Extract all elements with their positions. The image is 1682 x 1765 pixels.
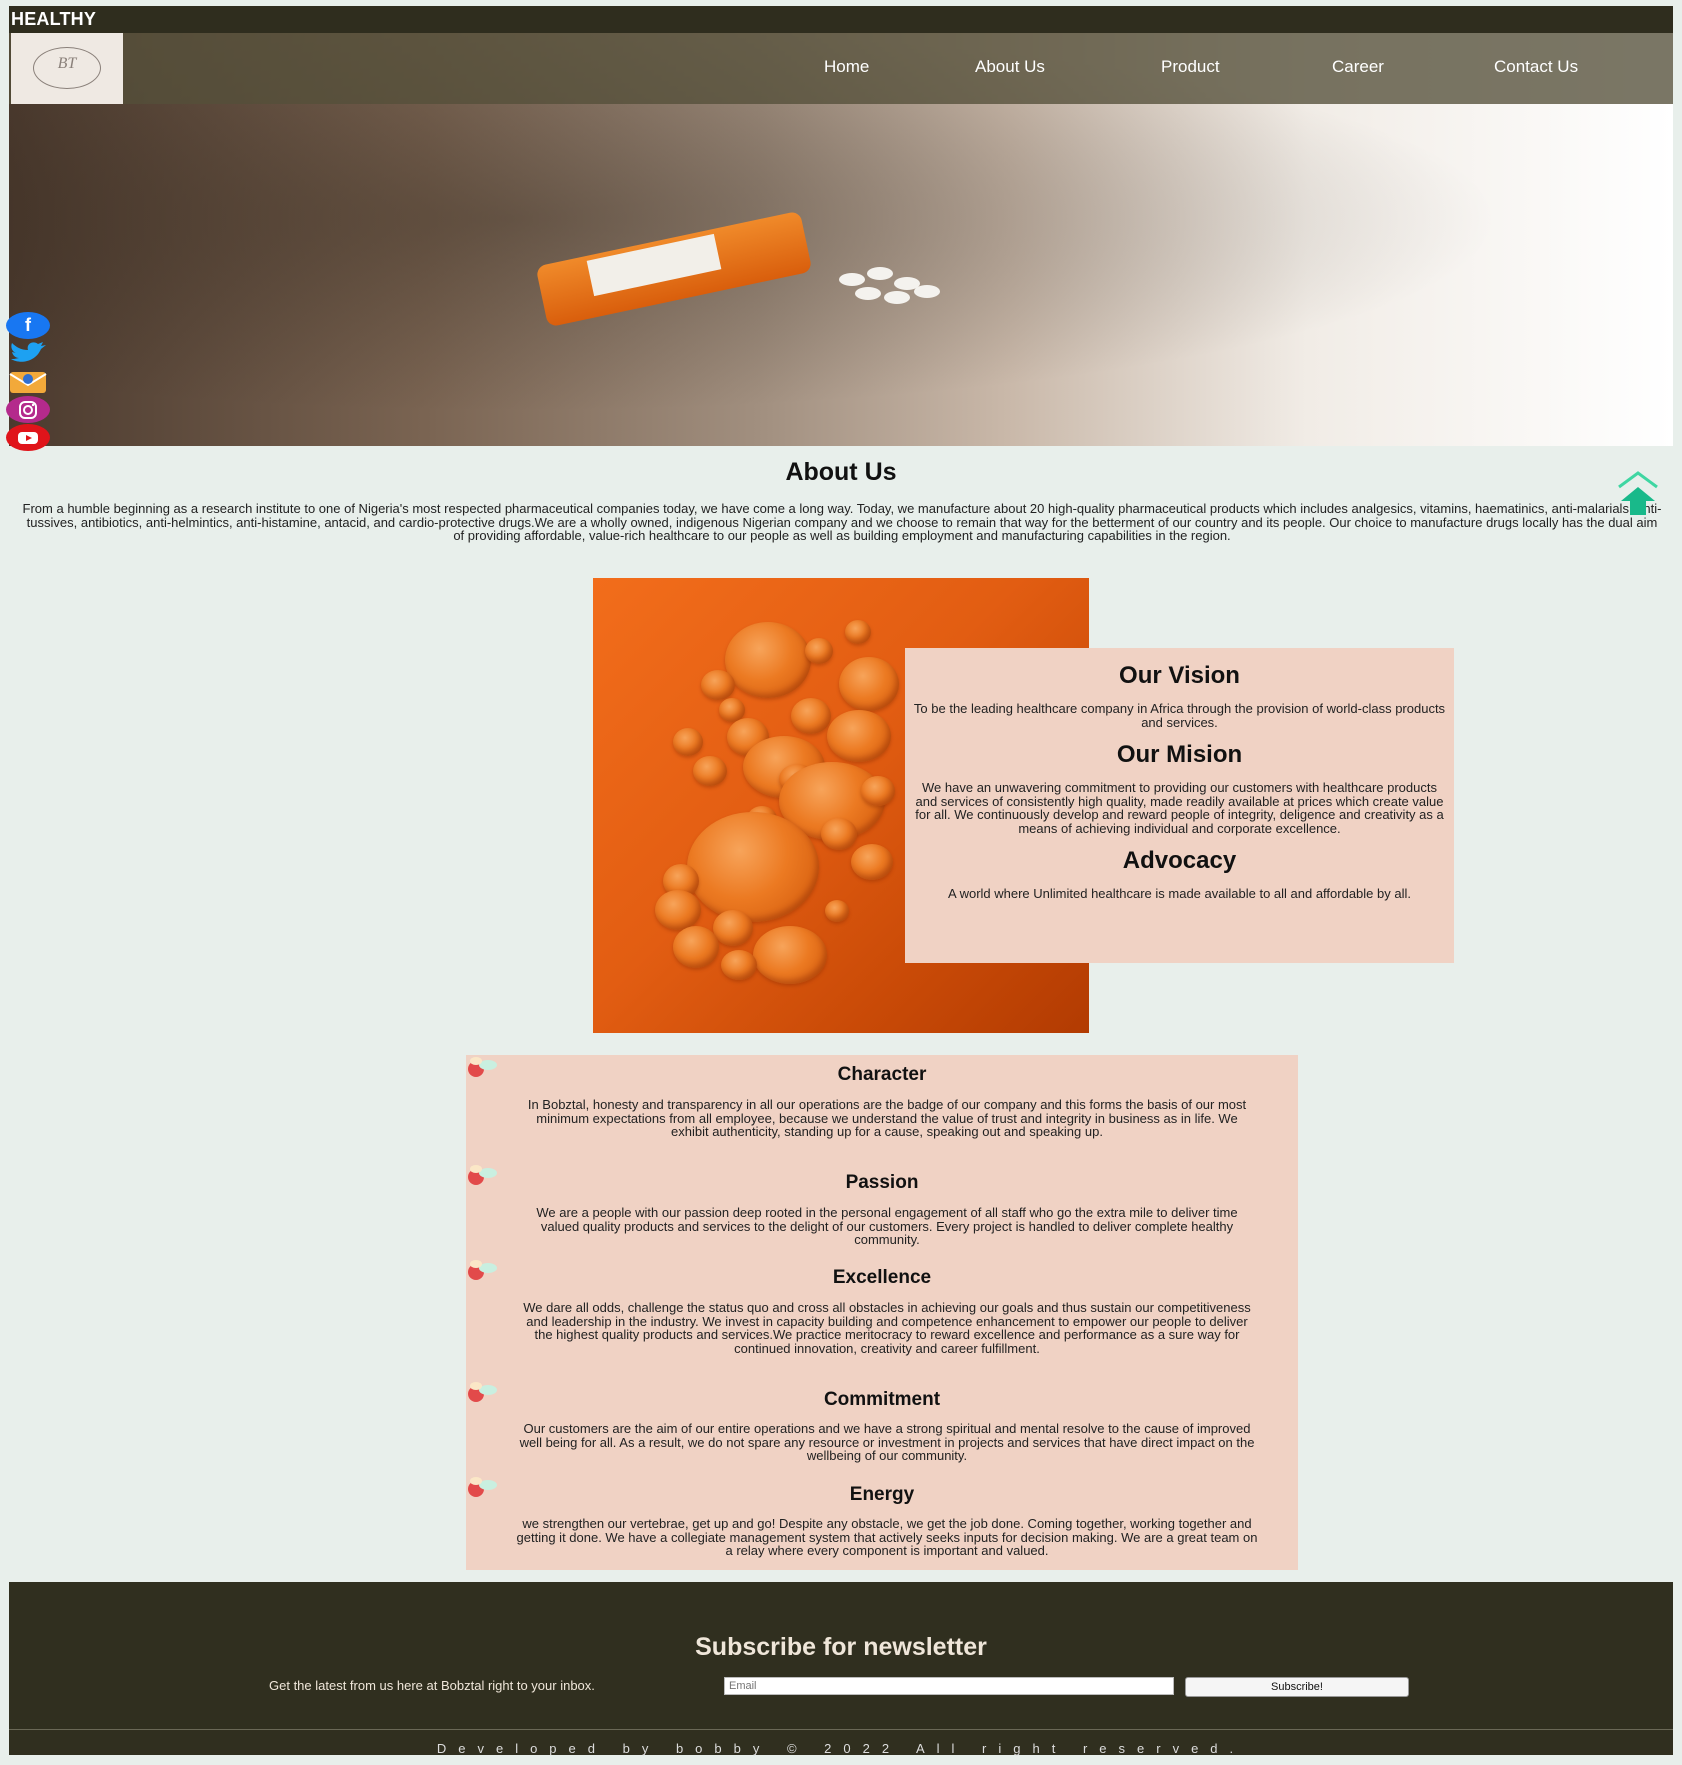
vision-title: Our Vision [1119,662,1240,689]
nav-home[interactable]: Home [824,57,869,77]
twitter-icon[interactable] [6,340,50,367]
mission-text: We have an unwavering commitment to prov… [915,780,1444,836]
bubble [839,657,899,711]
bubble [861,776,895,806]
brand-title: HEALTHY [11,9,97,29]
pill [867,267,893,280]
scroll-to-top-icon[interactable] [1615,471,1661,519]
email-icon[interactable] [6,368,50,395]
newsletter-title: Subscribe for newsletter [695,1633,987,1661]
top-bar [9,6,1673,33]
pill [914,285,940,298]
newsletter-text: Get the latest from us here at Bobztal r… [269,1678,595,1693]
hero-banner: BT Home About Us Product Career Contact … [9,33,1673,446]
pill [839,273,865,286]
value-title-commitment: Commitment [823,1389,941,1410]
bubble [805,638,833,664]
value-text-character: In Bobztal, honesty and transparency in … [527,1097,1247,1139]
nav-career[interactable]: Career [1332,57,1384,77]
value-text-excellence: We dare all odds, challenge the status q… [523,1300,1251,1356]
bubble [753,926,827,984]
vision-card: Our Vision To be the leading healthcare … [905,648,1454,963]
about-us-title: About Us [785,458,897,486]
mission-title: Our Mision [1116,741,1243,768]
footer: Subscribe for newsletter Get the latest … [9,1582,1673,1756]
bubble [791,698,831,734]
pill [855,287,881,300]
value-title-character: Character [837,1064,927,1085]
footer-divider [9,1729,1673,1730]
advocacy-text: A world where Unlimited healthcare is ma… [948,886,1411,901]
about-us-text: From a humble beginning as a research in… [22,501,1662,543]
footer-credits: Developed by bobby © 2022 All right rese… [436,1741,1246,1756]
vision-text: To be the leading healthcare company in … [913,701,1446,730]
bubble [673,728,703,756]
bubble [821,818,857,850]
bubble [827,710,891,762]
value-text-commitment: Our customers are the aim of our entire … [519,1421,1255,1463]
bubble [687,812,819,922]
facebook-icon[interactable]: f [6,312,50,339]
logo-text: BT [57,55,77,72]
bubble [721,950,757,980]
value-text-passion: We are a people with our passion deep ro… [536,1205,1238,1247]
bubble [713,910,753,946]
bubble [701,670,735,700]
nav-about-us[interactable]: About Us [975,57,1045,77]
subscribe-button[interactable]: Subscribe! [1185,1677,1409,1697]
value-title-passion: Passion [845,1172,919,1193]
youtube-icon[interactable] [6,424,50,451]
value-text-energy: we strengthen our vertebrae, get up and … [516,1516,1258,1558]
logo[interactable]: BT [11,33,123,104]
bubble [725,622,811,698]
advocacy-title: Advocacy [1122,847,1237,874]
bubble [845,620,871,644]
value-title-energy: Energy [849,1484,915,1505]
pill [884,291,910,304]
instagram-icon[interactable] [6,396,50,423]
bubble [851,844,893,880]
nav-product[interactable]: Product [1161,57,1220,77]
bubble [693,756,727,786]
nav-contact-us[interactable]: Contact Us [1494,57,1578,77]
email-input[interactable] [724,1677,1174,1695]
bubble [673,926,719,968]
bubble [655,890,701,930]
nav-bar: BT Home About Us Product Career Contact … [9,33,1673,104]
bubble [825,900,849,922]
core-values-card: Character In Bobztal, honesty and transp… [466,1055,1298,1570]
value-title-excellence: Excellence [832,1267,932,1288]
